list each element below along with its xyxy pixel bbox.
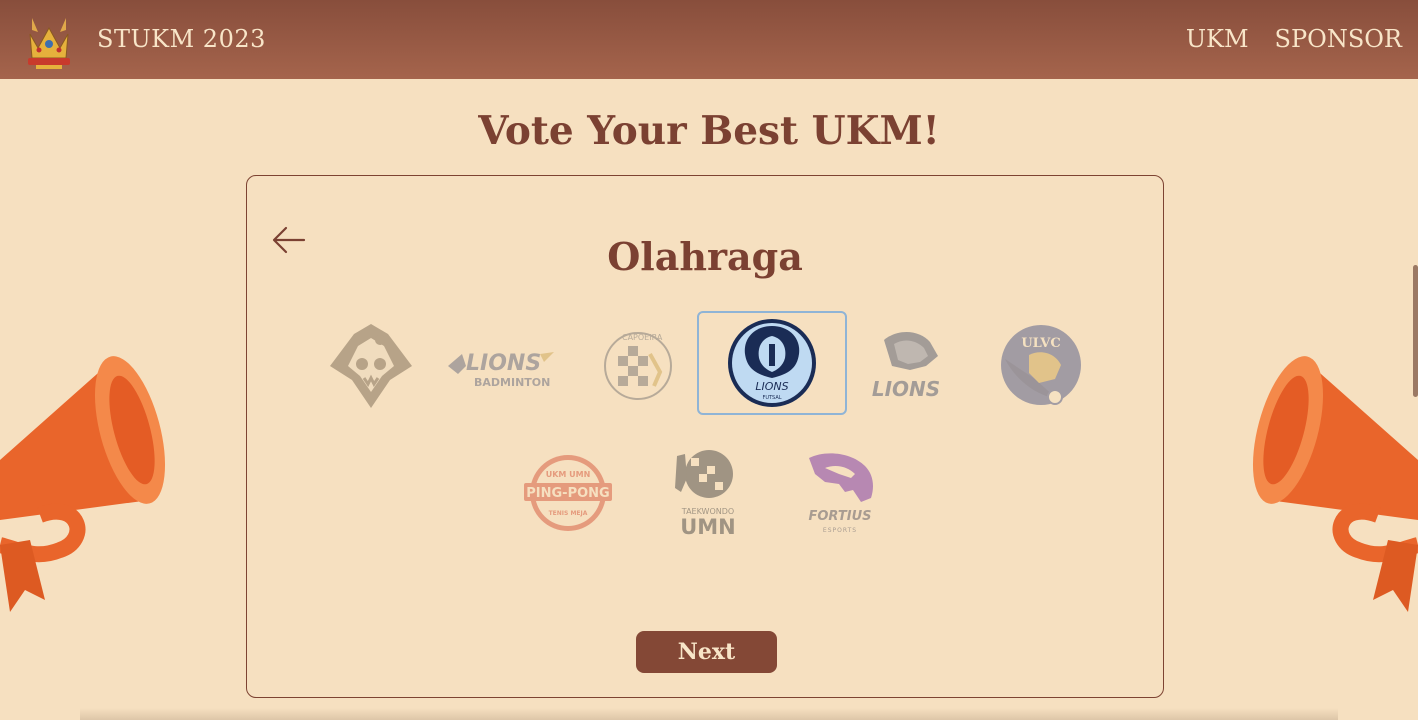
page-title: Vote Your Best UKM! <box>478 108 940 154</box>
next-button[interactable]: Next <box>636 631 777 673</box>
ukm-option-fortius-esports[interactable]: FORTIUS ESPORTS <box>765 442 915 546</box>
ukm-name: PING-PONG <box>526 486 609 501</box>
ukm-sub: BADMINTON <box>474 376 550 389</box>
megaphone-icon <box>1252 356 1418 612</box>
site-title[interactable]: STUKM 2023 <box>97 25 266 53</box>
taekwondo-logo-icon: TAEKWONDO UMN <box>675 450 736 539</box>
ukm-sub: FUTSAL <box>762 395 781 401</box>
capoeira-logo-icon: CAPOEIRA <box>604 332 672 400</box>
navbar: STUKM 2023 UKM SPONSOR <box>0 0 1418 79</box>
ukm-name: LIONS <box>872 377 940 401</box>
ping-pong-logo-icon: UKM UMN PING-PONG TENIS MEJA <box>524 455 612 531</box>
ukm-option-lions-futsal[interactable]: LIONS FUTSAL <box>697 311 847 415</box>
ukm-option-taekwondo[interactable]: TAEKWONDO UMN <box>633 442 783 546</box>
vote-card: Olahraga LIONS BADMINTON CAPOEIRA LIONS … <box>246 175 1164 698</box>
ukm-name: FORTIUS <box>809 509 872 524</box>
ukm-option-mask[interactable] <box>296 314 446 418</box>
ukm-name: LIONS <box>466 351 541 376</box>
lions-basketball-logo-icon: LIONS <box>872 331 940 401</box>
ukm-name: LIONS <box>755 380 788 393</box>
ukm-option-ulvc[interactable]: ULVC <box>967 314 1117 418</box>
ukm-name: UMN <box>680 515 736 539</box>
ukm-option-lions-basketball[interactable]: LIONS <box>831 314 981 418</box>
nav-link-sponsor[interactable]: SPONSOR <box>1275 25 1402 53</box>
ukm-option-ping-pong[interactable]: UKM UMN PING-PONG TENIS MEJA <box>493 442 643 546</box>
page-footer-shadow <box>80 708 1338 720</box>
ulvc-logo-icon: ULVC <box>1001 325 1081 405</box>
nav-link-ukm[interactable]: UKM <box>1186 25 1249 53</box>
lions-futsal-logo-icon: LIONS FUTSAL <box>728 319 816 407</box>
fortius-esports-logo-icon: FORTIUS ESPORTS <box>809 453 873 534</box>
category-title: Olahraga <box>607 234 803 279</box>
mask-shield-logo-icon <box>330 324 412 408</box>
megaphone-icon <box>0 356 166 612</box>
ukm-name: CAPOEIRA <box>622 333 663 342</box>
ukm-top: UKM UMN <box>546 470 591 479</box>
nav-links: UKM SPONSOR <box>1186 25 1402 53</box>
ukm-option-lions-badminton[interactable]: LIONS BADMINTON <box>427 314 577 418</box>
ukm-name: ULVC <box>1021 336 1060 351</box>
ukm-option-capoeira[interactable]: CAPOEIRA <box>563 314 713 418</box>
crown-logo-icon[interactable] <box>24 14 74 70</box>
lions-badminton-logo-icon: LIONS BADMINTON <box>448 351 554 389</box>
ukm-sub: ESPORTS <box>823 527 857 534</box>
ukm-sub: TENIS MEJA <box>549 510 588 517</box>
